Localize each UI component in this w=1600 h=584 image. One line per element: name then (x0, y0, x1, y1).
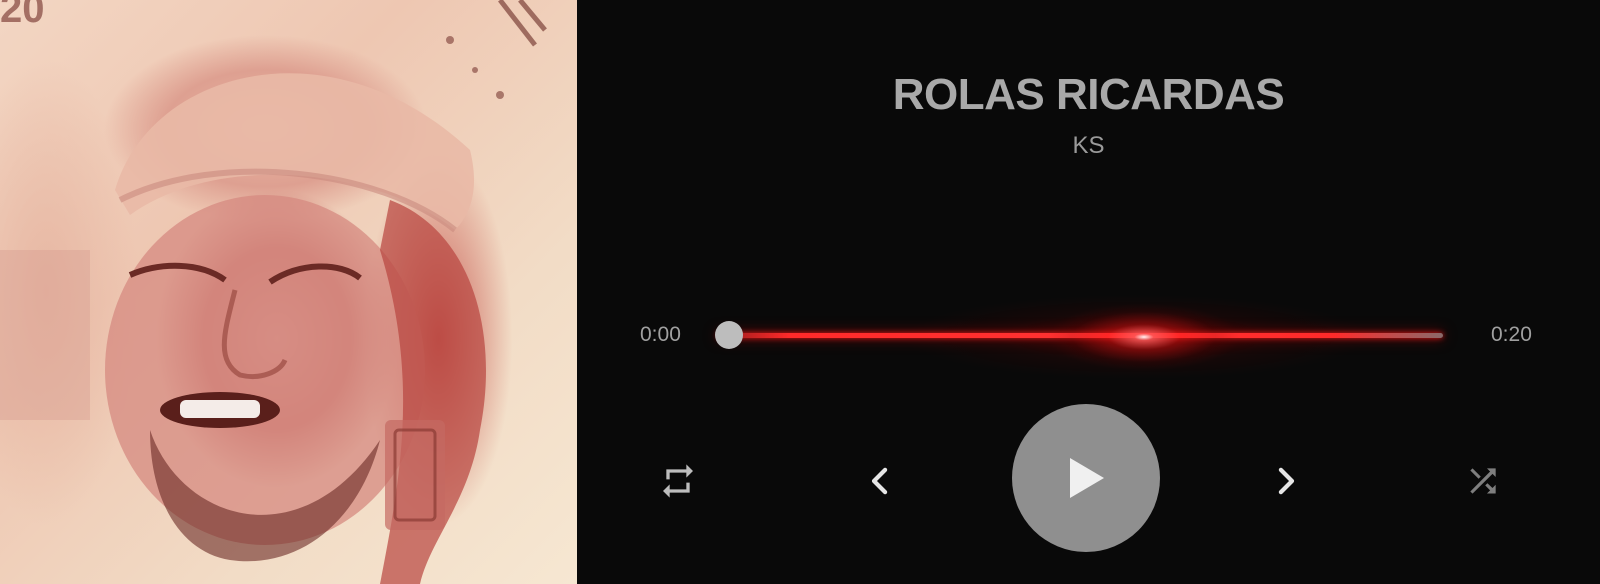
svg-text:20: 20 (0, 0, 45, 31)
repeat-button[interactable] (655, 458, 701, 504)
chevron-left-icon (871, 467, 888, 495)
album-art-illustration: 20 (0, 0, 547, 584)
next-button[interactable] (1263, 458, 1309, 504)
shuffle-icon (1470, 468, 1496, 494)
seek-bar[interactable] (707, 267, 1517, 407)
player-panel: ROLAS RICARDAS KS 0:00 0:20 (577, 0, 1600, 584)
elapsed-time: 0:00 (640, 323, 681, 346)
play-icon (1070, 458, 1104, 498)
repeat-icon (663, 464, 693, 498)
play-button[interactable] (1012, 404, 1160, 552)
music-player-screen: 20 ROLAS RICARDAS KS 0:00 0:20 (0, 0, 1600, 584)
track-artist: KS (1072, 132, 1105, 159)
shuffle-button[interactable] (1460, 458, 1506, 504)
seek-thumb[interactable] (715, 321, 743, 349)
chevron-right-icon (1278, 467, 1295, 495)
seek-track[interactable] (717, 333, 1443, 338)
total-time: 0:20 (1491, 323, 1532, 346)
album-art: 20 (0, 0, 577, 584)
previous-button[interactable] (857, 458, 903, 504)
track-title: ROLAS RICARDAS (892, 70, 1285, 119)
